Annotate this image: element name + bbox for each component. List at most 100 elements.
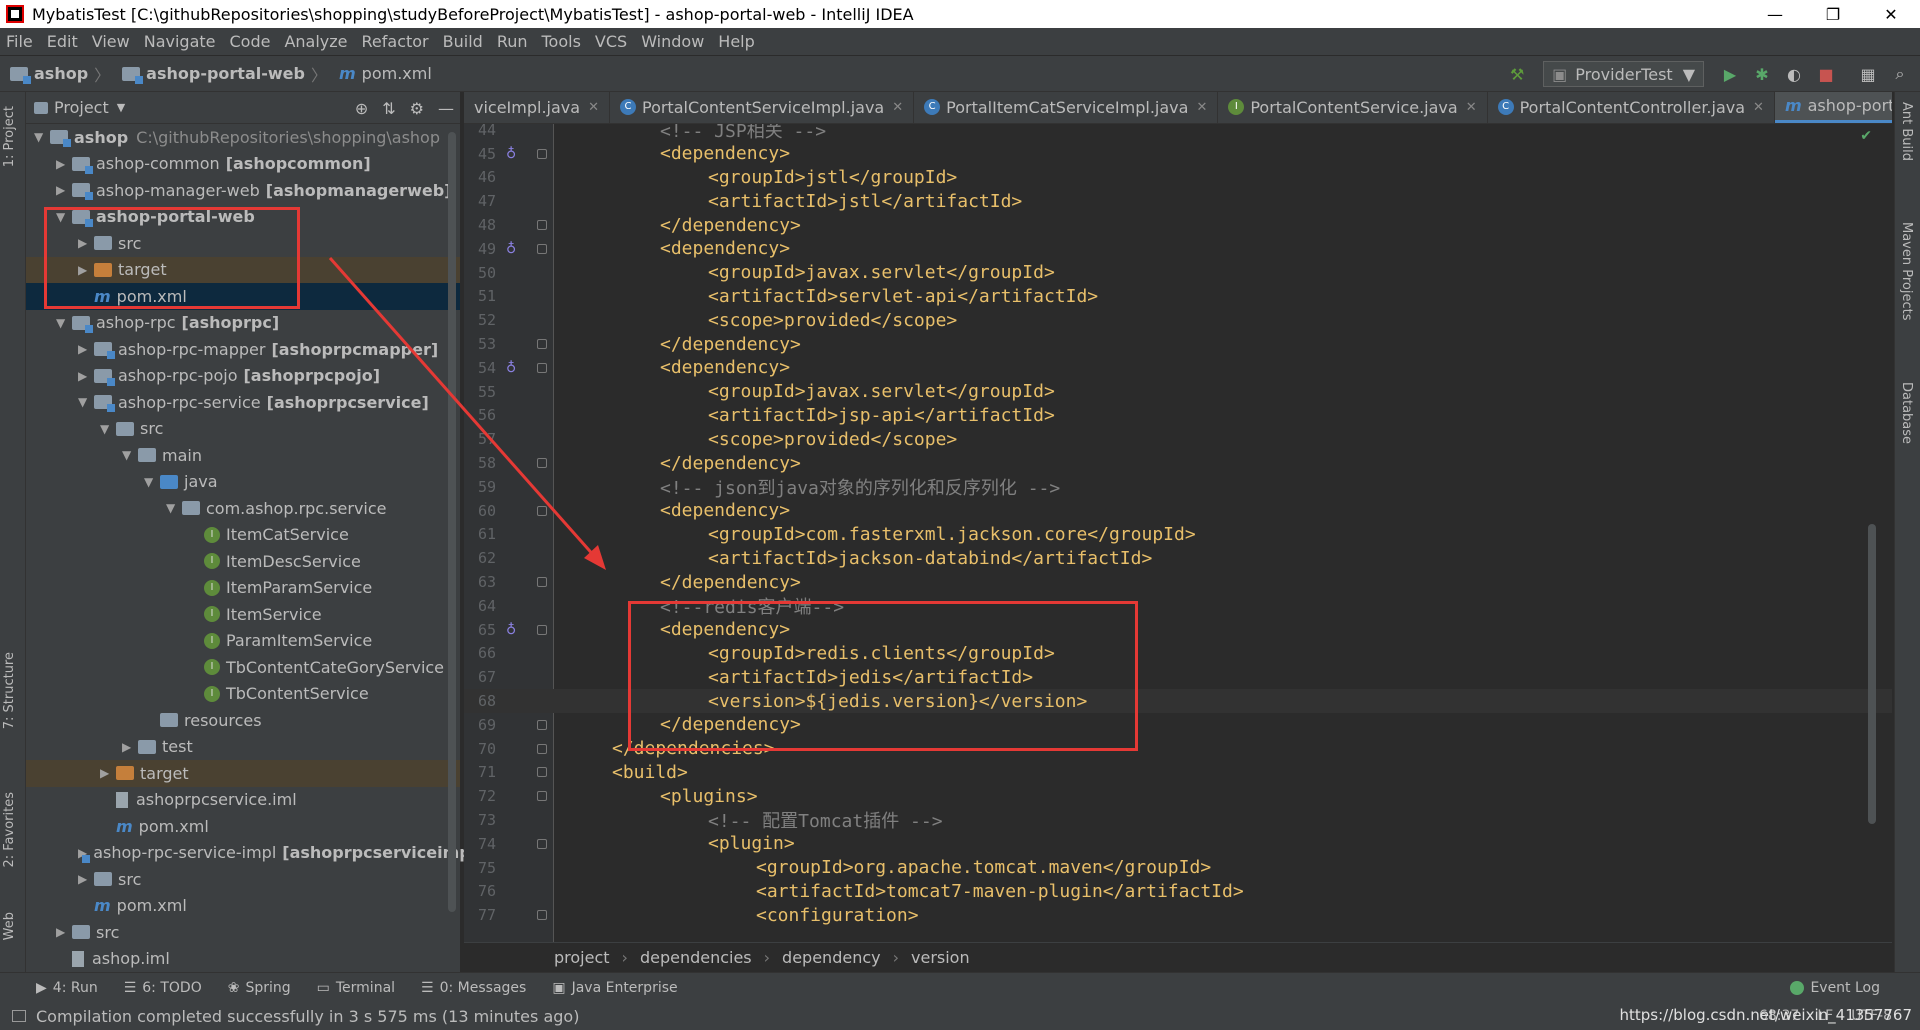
tree-item[interactable]: ▶ ashop-manager-web [ashopmanagerweb] — [26, 177, 460, 204]
editor-tab[interactable]: C PortalContentController.java ✕ — [1488, 92, 1775, 123]
menu-build[interactable]: Build — [443, 32, 483, 51]
expand-arrow-icon[interactable]: ▼ — [100, 422, 116, 436]
tool-window-button[interactable]: ▶ 4: Run — [36, 980, 98, 996]
fold-marker-icon[interactable] — [537, 505, 547, 516]
fold-marker-icon[interactable] — [537, 791, 547, 802]
chevron-down-icon[interactable]: ▼ — [117, 101, 125, 114]
code-line[interactable]: 48 </dependency> — [464, 213, 1892, 237]
code-line[interactable]: 59 <!-- json到java对象的序列化和反序列化 --> — [464, 475, 1892, 499]
tree-item[interactable]: I ItemDescService — [26, 548, 460, 575]
collapse-arrow-icon[interactable]: ▶ — [122, 740, 138, 754]
editor-breadcrumb-item[interactable]: dependency — [782, 948, 881, 967]
tool-tab-database[interactable]: Database — [1899, 382, 1914, 444]
tool-tab-maven[interactable]: Maven Projects — [1899, 222, 1914, 321]
collapse-arrow-icon[interactable]: ▶ — [78, 263, 94, 277]
expand-arrow-icon[interactable]: ▼ — [122, 448, 138, 462]
code-line[interactable]: 74 <plugin> — [464, 832, 1892, 856]
close-tab-icon[interactable]: ✕ — [1753, 100, 1764, 115]
coverage-icon[interactable]: ◐ — [1784, 64, 1804, 84]
project-structure-icon[interactable]: ▦ — [1858, 64, 1878, 84]
maven-dependency-gutter-icon[interactable]: ♁ — [506, 622, 516, 638]
maven-dependency-gutter-icon[interactable]: ♁ — [506, 146, 516, 162]
code-editor[interactable]: 44 <!-- JSP相关 --> 45 ♁ <dependency> 46 <groupI… — [464, 124, 1892, 942]
menu-file[interactable]: File — [6, 32, 33, 51]
tree-item[interactable]: ▼ java — [26, 469, 460, 496]
expand-arrow-icon[interactable]: ▼ — [34, 130, 50, 144]
tool-window-button[interactable]: ❀ Spring — [228, 980, 291, 996]
code-line[interactable]: 57 <scope>provided</scope> — [464, 427, 1892, 451]
code-line[interactable]: 60 <dependency> — [464, 499, 1892, 523]
code-line[interactable]: 68 <version>${jedis.version}</version> — [464, 689, 1892, 713]
restore-button[interactable]: ❐ — [1804, 0, 1862, 28]
code-line[interactable]: 47 <artifactId>jstl</artifactId> — [464, 189, 1892, 213]
code-line[interactable]: 61 <groupId>com.fasterxml.jackson.core</g… — [464, 523, 1892, 547]
tree-item[interactable]: ▶ src — [26, 919, 460, 946]
build-hammer-icon[interactable]: ⚒ — [1507, 64, 1527, 84]
code-line[interactable]: 75 <groupId>org.apache.tomcat.maven</grou… — [464, 856, 1892, 880]
code-line[interactable]: 77 <configuration> — [464, 903, 1892, 927]
tree-item[interactable]: ▶ ashop-rpc-service-impl [ashoprpcservicei… — [26, 840, 483, 867]
fold-marker-icon[interactable] — [537, 458, 547, 469]
editor-tab[interactable]: viceImpl.java ✕ — [464, 92, 610, 123]
tool-window-button[interactable]: ▭ Terminal — [317, 980, 395, 996]
fold-marker-icon[interactable] — [537, 577, 547, 588]
editor-breadcrumb-item[interactable]: dependencies — [640, 948, 752, 967]
expand-arrow-icon[interactable]: ▼ — [56, 210, 72, 224]
code-line[interactable]: 72 <plugins> — [464, 784, 1892, 808]
window-toggle-icon[interactable] — [12, 1010, 26, 1022]
code-line[interactable]: 55 <groupId>javax.servlet</groupId> — [464, 380, 1892, 404]
expand-arrow-icon[interactable]: ▼ — [144, 475, 160, 489]
code-line[interactable]: 62 <artifactId>jackson-databind</artifact… — [464, 546, 1892, 570]
hide-icon[interactable]: — — [438, 99, 454, 118]
fold-marker-icon[interactable] — [537, 243, 547, 254]
code-line[interactable]: 45 ♁ <dependency> — [464, 142, 1892, 166]
menu-help[interactable]: Help — [718, 32, 754, 51]
fold-marker-icon[interactable] — [537, 624, 547, 635]
code-line[interactable]: 66 <groupId>redis.clients</groupId> — [464, 642, 1892, 666]
tree-item[interactable]: ▶ target — [26, 760, 460, 787]
collapse-arrow-icon[interactable]: ▶ — [56, 183, 72, 197]
tree-item[interactable]: ▼ src — [26, 416, 460, 443]
fold-marker-icon[interactable] — [537, 838, 547, 849]
menu-tools[interactable]: Tools — [542, 32, 581, 51]
close-button[interactable]: ✕ — [1862, 0, 1920, 28]
tree-item[interactable]: ashoprpcservice.iml — [26, 787, 460, 814]
menu-vcs[interactable]: VCS — [595, 32, 627, 51]
tree-item[interactable]: ▼ ashop C:\githubRepositories\shopping\ash… — [26, 124, 460, 151]
code-line[interactable]: 56 <artifactId>jsp-api</artifactId> — [464, 404, 1892, 428]
menu-edit[interactable]: Edit — [47, 32, 78, 51]
fold-marker-icon[interactable] — [537, 148, 547, 159]
tree-item[interactable]: ▶ ashop-rpc-mapper [ashoprpcmapper] — [26, 336, 460, 363]
menu-navigate[interactable]: Navigate — [144, 32, 216, 51]
run-config-select[interactable]: ▣ ProviderTest ▼ — [1543, 61, 1704, 87]
fold-marker-icon[interactable] — [537, 362, 547, 373]
maven-dependency-gutter-icon[interactable]: ♁ — [506, 360, 516, 376]
editor-tab[interactable]: C PortalItemCatServiceImpl.java ✕ — [914, 92, 1219, 123]
locate-icon[interactable]: ⊕ — [355, 99, 368, 118]
code-line[interactable]: 64 <!--redis客户端--> — [464, 594, 1892, 618]
tree-item[interactable]: m pom.xml — [26, 813, 460, 840]
code-line[interactable]: 49 ♁ <dependency> — [464, 237, 1892, 261]
tree-item[interactable]: I ItemService — [26, 601, 460, 628]
event-log-button[interactable]: Event Log — [1790, 980, 1880, 996]
stop-icon[interactable]: ■ — [1816, 64, 1836, 84]
tree-item[interactable]: m pom.xml — [26, 283, 460, 310]
tree-item[interactable]: ▶ ashop-rpc-pojo [ashoprpcpojo] — [26, 363, 460, 390]
maven-dependency-gutter-icon[interactable]: ♁ — [506, 241, 516, 257]
tree-item[interactable]: I ParamItemService — [26, 628, 460, 655]
menu-refactor[interactable]: Refactor — [362, 32, 429, 51]
collapse-arrow-icon[interactable]: ▶ — [78, 872, 94, 886]
editor-scrollbar[interactable] — [1868, 524, 1876, 824]
editor-tab[interactable]: I PortalContentService.java ✕ — [1218, 92, 1488, 123]
tool-window-button[interactable]: ☰ 0: Messages — [421, 980, 526, 996]
menu-run[interactable]: Run — [497, 32, 528, 51]
code-line[interactable]: 54 ♁ <dependency> — [464, 356, 1892, 380]
collapse-all-icon[interactable]: ⇅ — [382, 99, 395, 118]
menu-view[interactable]: View — [92, 32, 130, 51]
expand-arrow-icon[interactable]: ▼ — [56, 316, 72, 330]
collapse-arrow-icon[interactable]: ▶ — [78, 369, 94, 383]
collapse-arrow-icon[interactable]: ▶ — [56, 157, 72, 171]
code-line[interactable]: 73 <!-- 配置Tomcat插件 --> — [464, 808, 1892, 832]
tree-item[interactable]: ▼ ashop-rpc-service [ashoprpcservice] — [26, 389, 460, 416]
tool-tab-structure[interactable]: 7: Structure — [2, 652, 17, 729]
